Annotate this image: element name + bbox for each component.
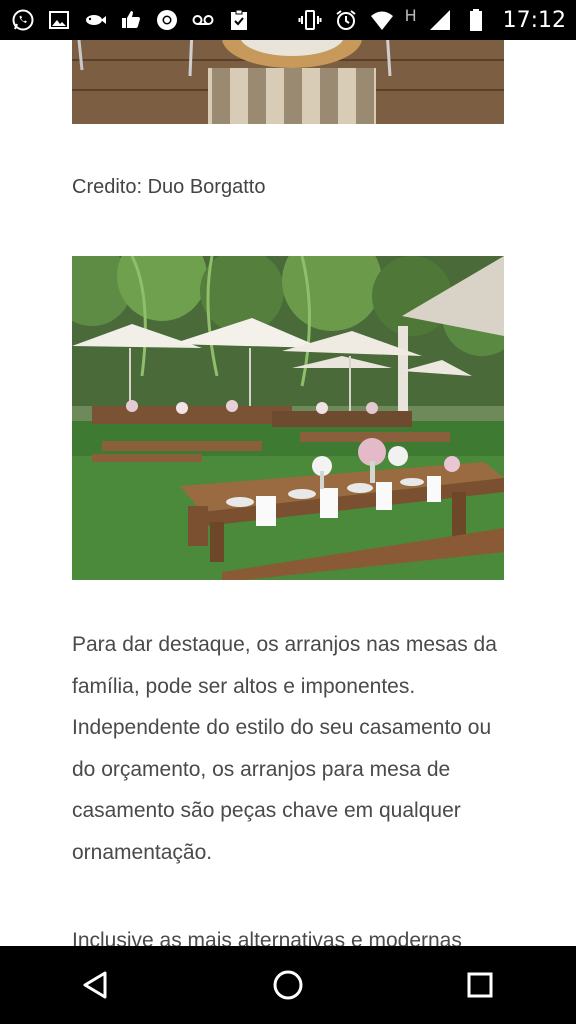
home-icon — [273, 970, 303, 1000]
alarm-icon — [333, 7, 359, 33]
recents-icon — [467, 972, 493, 998]
article-paragraph: Inclusive as mais alternativas e moderna… — [72, 929, 462, 946]
whatsapp-icon — [10, 7, 36, 33]
image-icon — [46, 7, 72, 33]
network-type-label: H — [404, 5, 417, 25]
battery-icon — [463, 7, 489, 33]
navigation-bar — [0, 946, 576, 1024]
recents-button[interactable] — [450, 955, 510, 1015]
status-bar: H 17:12 — [0, 0, 576, 40]
thumbs-up-icon — [118, 7, 144, 33]
article-photo-table-setting[interactable] — [72, 40, 504, 124]
article-content[interactable]: Credito: Duo Borgatto Para dar destaque,… — [0, 40, 576, 946]
home-button[interactable] — [258, 955, 318, 1015]
voicemail-icon — [190, 7, 216, 33]
fish-icon — [82, 7, 108, 33]
signal-icon — [427, 7, 453, 33]
vibrate-icon — [297, 7, 323, 33]
article-paragraph: Para dar destaque, os arranjos nas mesas… — [72, 633, 497, 864]
chrome-icon — [154, 7, 180, 33]
wifi-icon — [369, 7, 395, 33]
clock: 17:12 — [502, 7, 566, 33]
clipboard-check-icon — [226, 7, 252, 33]
back-icon — [83, 971, 107, 999]
back-button[interactable] — [66, 955, 126, 1015]
article-photo-outdoor-tables[interactable] — [72, 256, 504, 580]
photo-caption: Credito: Duo Borgatto — [72, 176, 266, 198]
